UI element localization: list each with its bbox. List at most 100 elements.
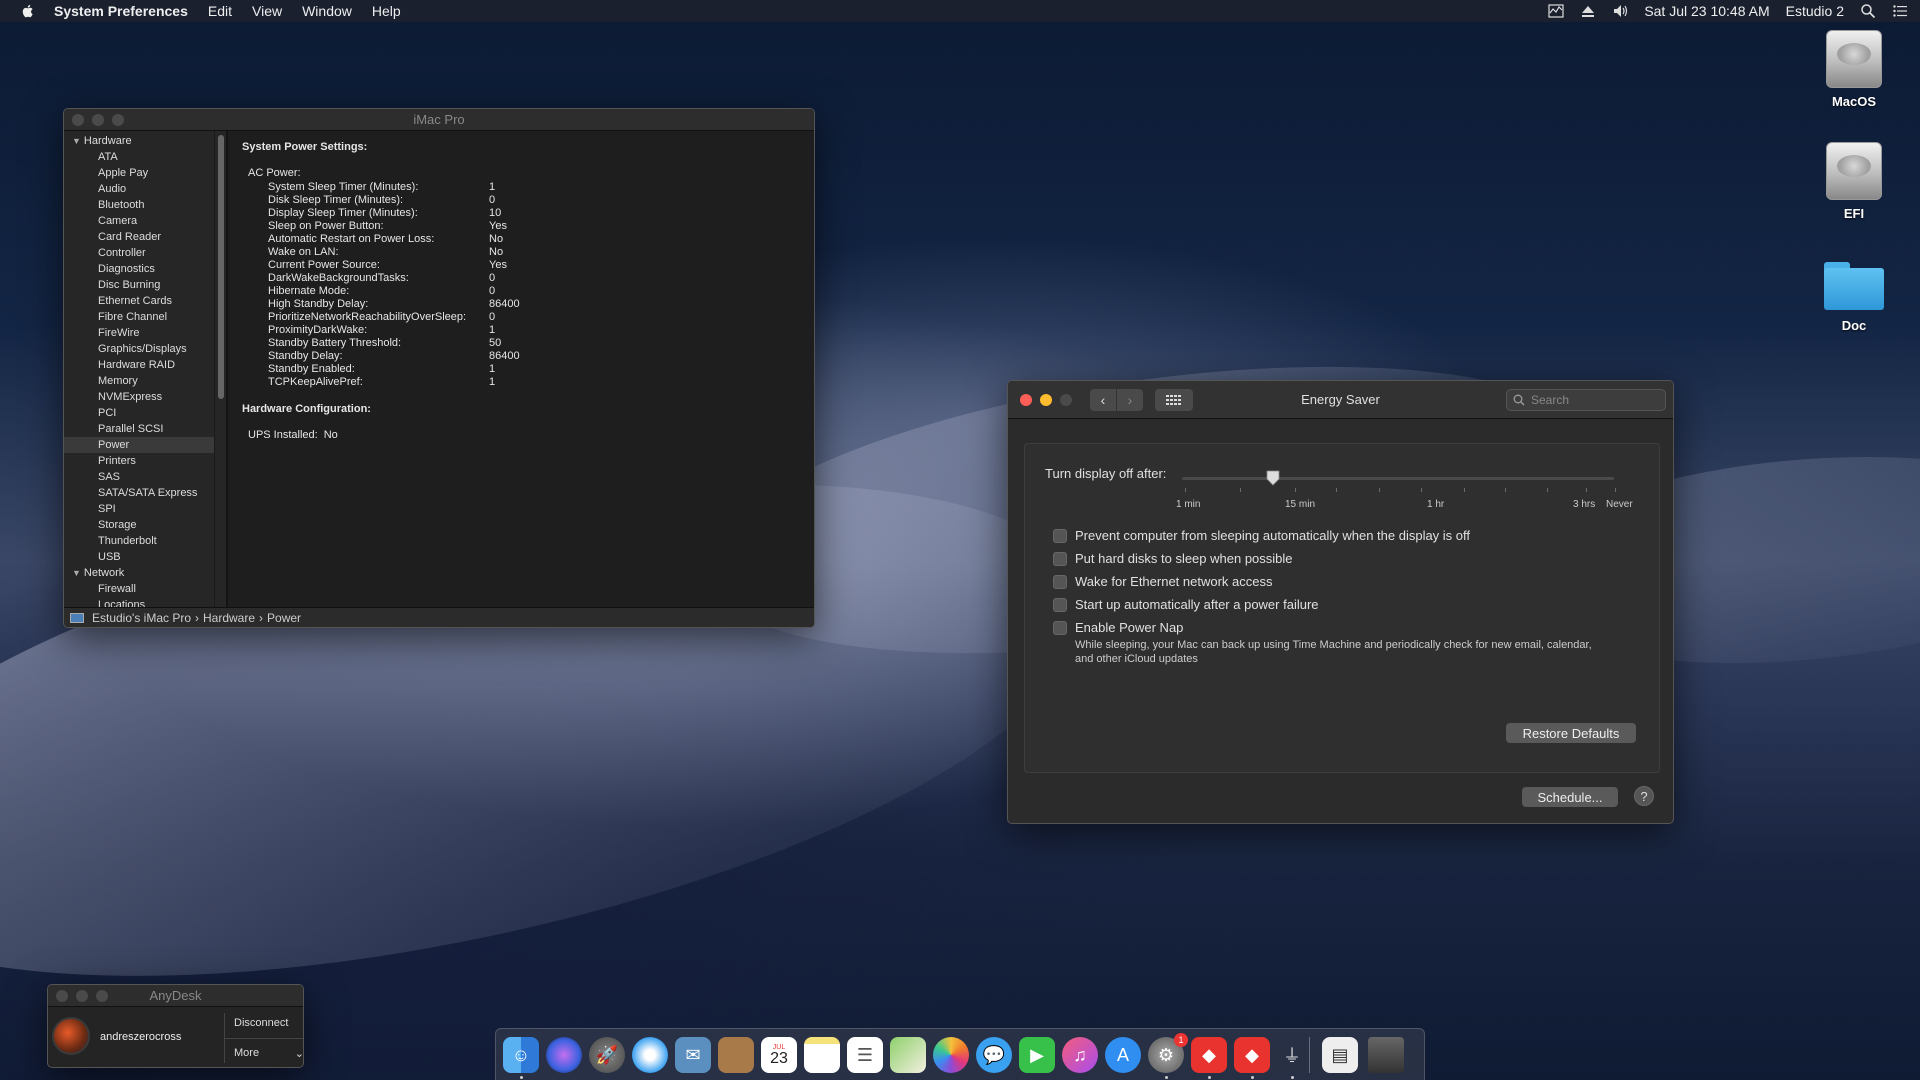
- minimize-button[interactable]: [92, 113, 104, 126]
- checkbox-prevent-sleep[interactable]: Prevent computer from sleeping automatic…: [1053, 528, 1470, 543]
- path-item[interactable]: Estudio's iMac Pro: [92, 611, 191, 625]
- menu-app-name[interactable]: System Preferences: [54, 3, 188, 19]
- window-titlebar[interactable]: iMac Pro: [64, 109, 814, 131]
- checkbox-auto-startup[interactable]: Start up automatically after a power fai…: [1053, 597, 1319, 612]
- sidebar-item[interactable]: Power: [64, 437, 214, 453]
- sidebar-item[interactable]: Storage: [64, 517, 214, 533]
- sidebar-item[interactable]: Parallel SCSI: [64, 421, 214, 437]
- volume-icon[interactable]: [1612, 3, 1628, 19]
- photos-icon[interactable]: [933, 1037, 969, 1073]
- itunes-icon[interactable]: ♫: [1062, 1037, 1098, 1073]
- anydesk-icon[interactable]: ◆: [1191, 1037, 1227, 1073]
- more-button[interactable]: More ⌄: [234, 1047, 303, 1060]
- forward-button[interactable]: ›: [1117, 388, 1143, 411]
- disclosure-triangle-icon[interactable]: ▼: [72, 133, 81, 149]
- sidebar-item[interactable]: Printers: [64, 453, 214, 469]
- siri-icon[interactable]: [546, 1037, 582, 1073]
- maps-icon[interactable]: [890, 1037, 926, 1073]
- checkbox-power-nap[interactable]: Enable Power Nap: [1053, 620, 1183, 635]
- menu-help[interactable]: Help: [372, 3, 401, 19]
- checkbox[interactable]: [1053, 620, 1067, 635]
- display-sleep-slider[interactable]: [1182, 477, 1614, 480]
- zoom-button[interactable]: [96, 989, 108, 1002]
- activity-monitor-icon[interactable]: [1548, 3, 1564, 19]
- sidebar-item[interactable]: Memory: [64, 373, 214, 389]
- sidebar-item[interactable]: Thunderbolt: [64, 533, 214, 549]
- disclosure-triangle-icon[interactable]: ▼: [72, 565, 81, 581]
- trash-icon[interactable]: [1368, 1037, 1404, 1073]
- disconnect-button[interactable]: Disconnect: [234, 1017, 288, 1029]
- close-button[interactable]: [72, 113, 84, 126]
- window-titlebar[interactable]: AnyDesk: [48, 985, 303, 1007]
- sidebar-item[interactable]: USB: [64, 549, 214, 565]
- checkbox-disk-sleep[interactable]: Put hard disks to sleep when possible: [1053, 551, 1293, 566]
- notification-center-icon[interactable]: [1892, 3, 1908, 19]
- sidebar-item[interactable]: Firewall: [64, 581, 214, 597]
- sidebar-item[interactable]: Bluetooth: [64, 197, 214, 213]
- sidebar-item[interactable]: SPI: [64, 501, 214, 517]
- desktop-icon-efi[interactable]: EFI: [1809, 142, 1899, 221]
- sidebar-item[interactable]: PCI: [64, 405, 214, 421]
- sidebar-scrollbar[interactable]: [214, 131, 226, 607]
- schedule-button[interactable]: Schedule...: [1522, 787, 1618, 807]
- spotlight-search-icon[interactable]: [1860, 3, 1876, 19]
- sidebar-item[interactable]: Apple Pay: [64, 165, 214, 181]
- reminders-icon[interactable]: ☰: [847, 1037, 883, 1073]
- checkbox[interactable]: [1053, 528, 1067, 543]
- sidebar-item[interactable]: Fibre Channel: [64, 309, 214, 325]
- sidebar-item[interactable]: Ethernet Cards: [64, 293, 214, 309]
- checkbox-wake-ethernet[interactable]: Wake for Ethernet network access: [1053, 574, 1273, 589]
- minimize-button[interactable]: [76, 989, 88, 1002]
- zoom-button[interactable]: [112, 113, 124, 126]
- desktop-icon-macos[interactable]: MacOS: [1809, 30, 1899, 109]
- sidebar-group-network[interactable]: ▼ Network: [64, 565, 214, 581]
- menu-window[interactable]: Window: [302, 3, 352, 19]
- safari-icon[interactable]: ✦: [632, 1037, 668, 1073]
- usb-icon[interactable]: ⏚: [1274, 1037, 1310, 1073]
- checkbox[interactable]: [1053, 597, 1067, 612]
- finder-icon[interactable]: ☺: [503, 1037, 539, 1073]
- window-titlebar[interactable]: ‹ › Energy Saver Search: [1008, 381, 1673, 419]
- eject-icon[interactable]: [1580, 3, 1596, 19]
- menu-clock[interactable]: Sat Jul 23 10:48 AM: [1644, 3, 1769, 19]
- anydesk-alt-icon[interactable]: ◆: [1234, 1037, 1270, 1073]
- path-item[interactable]: Power: [267, 611, 301, 625]
- minimize-button[interactable]: [1040, 393, 1052, 406]
- search-input[interactable]: Search: [1506, 389, 1666, 411]
- launchpad-icon[interactable]: 🚀: [589, 1037, 625, 1073]
- sidebar-item[interactable]: Disc Burning: [64, 277, 214, 293]
- path-item[interactable]: Hardware: [203, 611, 255, 625]
- sidebar-item[interactable]: SAS: [64, 469, 214, 485]
- sidebar-item[interactable]: FireWire: [64, 325, 214, 341]
- show-all-button[interactable]: [1155, 388, 1193, 411]
- document-icon[interactable]: ▤: [1322, 1037, 1358, 1073]
- messages-icon[interactable]: 💬: [976, 1037, 1012, 1073]
- apple-menu-icon[interactable]: [20, 3, 36, 19]
- contacts-icon[interactable]: [718, 1037, 754, 1073]
- menu-view[interactable]: View: [252, 3, 282, 19]
- menu-edit[interactable]: Edit: [208, 3, 232, 19]
- scrollbar-thumb[interactable]: [218, 135, 224, 399]
- sidebar-item[interactable]: Graphics/Displays: [64, 341, 214, 357]
- help-button[interactable]: ?: [1634, 786, 1654, 806]
- menu-user[interactable]: Estudio 2: [1786, 3, 1844, 19]
- app-store-icon[interactable]: A: [1105, 1037, 1141, 1073]
- sidebar-item[interactable]: Controller: [64, 245, 214, 261]
- checkbox[interactable]: [1053, 551, 1067, 566]
- checkbox[interactable]: [1053, 574, 1067, 589]
- system-preferences-icon[interactable]: ⚙ 1: [1148, 1033, 1188, 1073]
- sidebar-group-hardware[interactable]: ▼ Hardware: [64, 133, 214, 149]
- sidebar-item[interactable]: Camera: [64, 213, 214, 229]
- calendar-icon[interactable]: JUL 23: [761, 1037, 797, 1073]
- sidebar-item[interactable]: ATA: [64, 149, 214, 165]
- sidebar-item[interactable]: Hardware RAID: [64, 357, 214, 373]
- sidebar-item[interactable]: NVMExpress: [64, 389, 214, 405]
- sidebar-item[interactable]: SATA/SATA Express: [64, 485, 214, 501]
- facetime-icon[interactable]: ▶: [1019, 1037, 1055, 1073]
- back-button[interactable]: ‹: [1090, 388, 1116, 411]
- mail-icon[interactable]: ✉: [675, 1037, 711, 1073]
- sidebar-item[interactable]: Audio: [64, 181, 214, 197]
- restore-defaults-button[interactable]: Restore Defaults: [1506, 723, 1636, 743]
- close-button[interactable]: [1020, 393, 1032, 406]
- desktop-icon-doc[interactable]: Doc: [1809, 256, 1899, 333]
